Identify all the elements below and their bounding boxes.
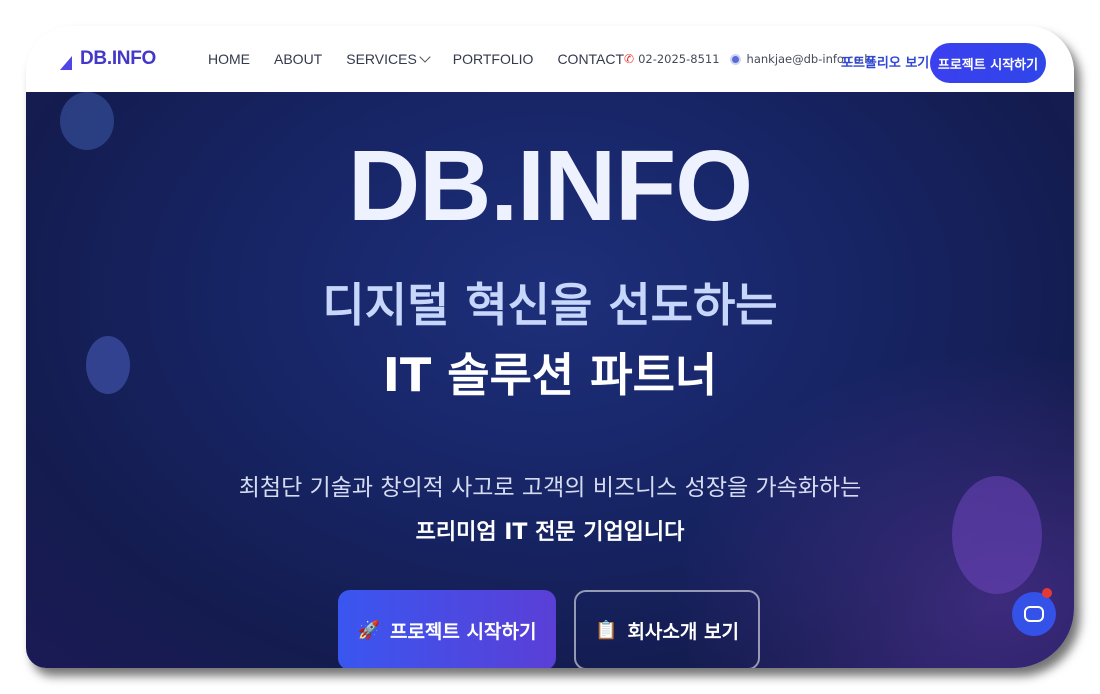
hero-title: DB.INFO — [347, 130, 753, 242]
phone-number: 02-2025-8511 — [638, 52, 720, 66]
chat-icon — [1024, 606, 1044, 622]
hero-description-line1: 최첨단 기술과 창의적 사고로 고객의 비즈니스 성장을 가속화하는 — [238, 475, 862, 501]
company-intro-label: 회사소개 보기 — [627, 620, 739, 643]
phone-contact[interactable]: ✆ 02-2025-8511 — [624, 52, 720, 66]
notification-dot — [1042, 588, 1052, 598]
chevron-down-icon — [419, 51, 431, 63]
logo-mark-icon — [60, 56, 72, 70]
nav-item-contact[interactable]: CONTACT — [557, 51, 624, 67]
hero-start-project-label: 프로젝트 시작하기 — [389, 620, 537, 643]
nav-item-home[interactable]: HOME — [208, 51, 250, 67]
navbar: DB.INFO HOME ABOUT SERVICES PORTFOLIO CO… — [26, 26, 1074, 93]
hero-start-project-button[interactable]: 🚀 프로젝트 시작하기 — [338, 590, 556, 668]
clipboard-icon: 📋 — [595, 619, 618, 641]
nav-item-about[interactable]: ABOUT — [274, 51, 322, 67]
hero-subtitle-line2: IT 솔루션 파트너 — [382, 348, 718, 402]
chat-button[interactable] — [1012, 592, 1056, 636]
browser-frame: DB.INFO HOME ABOUT SERVICES PORTFOLIO CO… — [26, 26, 1074, 668]
rocket-icon: 🚀 — [357, 619, 380, 641]
hero-subtitle-line1: 디지털 혁신을 선도하는 — [322, 278, 778, 332]
nav-item-services[interactable]: SERVICES — [346, 51, 431, 67]
nav-item-portfolio[interactable]: PORTFOLIO — [453, 51, 534, 67]
hero-description-line2: 프리미엄 IT 전문 기업입니다 — [415, 520, 685, 545]
logo[interactable]: DB.INFO — [60, 48, 156, 70]
nav-item-services-label: SERVICES — [346, 51, 417, 67]
mail-icon — [731, 55, 739, 63]
company-intro-button[interactable]: 📋 회사소개 보기 — [574, 590, 760, 668]
hero-section: DB.INFO 디지털 혁신을 선도하는 IT 솔루션 파트너 최첨단 기술과 … — [26, 92, 1074, 668]
phone-icon: ✆ — [624, 52, 635, 66]
nav-links: HOME ABOUT SERVICES PORTFOLIO CONTACT — [208, 26, 648, 92]
start-project-button[interactable]: 프로젝트 시작하기 — [930, 43, 1046, 83]
logo-text: DB.INFO — [80, 48, 157, 69]
portfolio-link[interactable]: 포트폴리오 보기 — [841, 52, 929, 71]
